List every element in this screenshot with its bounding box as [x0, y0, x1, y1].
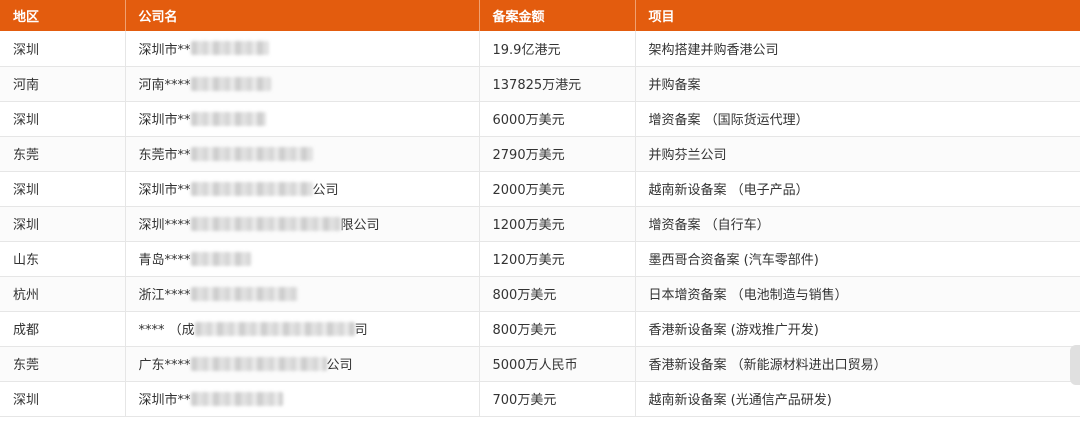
- cell-region: 东莞: [0, 136, 126, 172]
- cell-project: 并购备案: [635, 66, 1080, 102]
- header-region: 地区: [0, 0, 126, 31]
- cell-region: 山东: [0, 241, 126, 277]
- cell-region: 深圳: [0, 171, 126, 207]
- cell-amount: 137825万港元: [479, 66, 636, 102]
- company-name-prefix: 深圳市**: [138, 393, 191, 408]
- cell-amount: 2000万美元: [479, 171, 636, 207]
- cell-project: 越南新设备案 （电子产品）: [635, 171, 1080, 207]
- company-name-prefix: 深圳市**: [138, 183, 191, 198]
- company-name-suffix: 公司: [326, 358, 353, 373]
- cell-amount: 5000万人民币: [479, 346, 636, 382]
- cell-project: 越南新设备案 (光通信产品研发): [635, 381, 1080, 417]
- company-name-suffix: 司: [354, 323, 368, 338]
- table-row: 山东 青岛**** 1200万美元 墨西哥合资备案 (汽车零部件): [0, 241, 1080, 277]
- company-name-prefix: 广东****: [138, 358, 191, 373]
- cell-company: **** （成 司: [125, 311, 480, 347]
- table-body: 深圳 深圳市** 19.9亿港元 架构搭建并购香港公司 河南 河南**** 137825万港…: [0, 31, 1080, 417]
- redacted-blur: [190, 76, 271, 91]
- company-name-prefix: **** （成: [138, 323, 195, 338]
- redacted-blur: [190, 41, 269, 56]
- company-name-prefix: 东莞市**: [138, 148, 191, 163]
- redacted-blur: [190, 181, 313, 196]
- cell-project: 日本增资备案 （电池制造与销售）: [635, 276, 1080, 312]
- company-name-prefix: 河南****: [138, 78, 191, 93]
- company-name-suffix: 公司: [312, 183, 339, 198]
- cell-amount: 1200万美元: [479, 241, 636, 277]
- cell-project: 墨西哥合资备案 (汽车零部件): [635, 241, 1080, 277]
- redacted-blur: [190, 391, 283, 406]
- cell-amount: 1200万美元: [479, 206, 636, 242]
- redacted-blur: [190, 286, 298, 301]
- cell-amount: 19.9亿港元: [479, 31, 636, 67]
- table-row: 东莞 东莞市** 2790万美元 并购芬兰公司: [0, 136, 1080, 172]
- cell-company: 广东**** 公司: [125, 346, 480, 382]
- cell-company: 青岛****: [125, 241, 480, 277]
- cell-region: 杭州: [0, 276, 126, 312]
- cell-project: 增资备案 （国际货运代理）: [635, 101, 1080, 137]
- table-row: 东莞 广东**** 公司 5000万人民币 香港新设备案 （新能源材料进出口贸易）: [0, 346, 1080, 382]
- cell-company: 东莞市**: [125, 136, 480, 172]
- cell-project: 并购芬兰公司: [635, 136, 1080, 172]
- company-name-prefix: 浙江****: [138, 288, 191, 303]
- cell-company: 浙江****: [125, 276, 480, 312]
- cell-region: 河南: [0, 66, 126, 102]
- cell-company: 深圳**** 限公司: [125, 206, 480, 242]
- cell-region: 深圳: [0, 31, 126, 67]
- redacted-blur: [194, 321, 355, 336]
- table-row: 深圳 深圳市** 700万美元 越南新设备案 (光通信产品研发): [0, 381, 1080, 417]
- cell-region: 深圳: [0, 381, 126, 417]
- cell-amount: 6000万美元: [479, 101, 636, 137]
- redacted-blur: [190, 251, 251, 266]
- cell-project: 香港新设备案 （新能源材料进出口贸易）: [635, 346, 1080, 382]
- cell-company: 深圳市** 公司: [125, 171, 480, 207]
- company-name-prefix: 深圳市**: [138, 42, 191, 58]
- cell-region: 成都: [0, 311, 126, 347]
- table-row: 深圳 深圳**** 限公司 1200万美元 增资备案 （自行车）: [0, 206, 1080, 242]
- table-header-row: 地区 公司名 备案金额 项目: [0, 0, 1080, 31]
- cell-project: 架构搭建并购香港公司: [635, 31, 1080, 67]
- side-tab-handle[interactable]: [1070, 345, 1080, 385]
- cell-region: 深圳: [0, 101, 126, 137]
- company-name-prefix: 深圳****: [138, 218, 191, 233]
- redacted-blur: [190, 216, 341, 231]
- cell-company: 深圳市**: [125, 101, 480, 137]
- cell-amount: 700万美元: [479, 381, 636, 417]
- redacted-blur: [190, 146, 313, 161]
- table-row: 深圳 深圳市** 公司 2000万美元 越南新设备案 （电子产品）: [0, 171, 1080, 207]
- header-amount: 备案金额: [479, 0, 636, 31]
- table-row: 深圳 深圳市** 19.9亿港元 架构搭建并购香港公司: [0, 31, 1080, 67]
- company-name-prefix: 深圳市**: [138, 113, 191, 128]
- cell-amount: 800万美元: [479, 276, 636, 312]
- table-row: 成都 **** （成 司 800万美元 香港新设备案 (游戏推广开发): [0, 311, 1080, 347]
- cell-region: 东莞: [0, 346, 126, 382]
- table-row: 杭州 浙江**** 800万美元 日本增资备案 （电池制造与销售）: [0, 276, 1080, 312]
- redacted-blur: [190, 111, 266, 126]
- table-row: 深圳 深圳市** 6000万美元 增资备案 （国际货运代理）: [0, 101, 1080, 137]
- cell-amount: 800万美元: [479, 311, 636, 347]
- header-project: 项目: [635, 0, 1080, 31]
- cell-project: 增资备案 （自行车）: [635, 206, 1080, 242]
- company-name-suffix: 限公司: [340, 218, 380, 233]
- cell-company: 深圳市**: [125, 31, 480, 67]
- page: 地区 公司名 备案金额 项目 深圳 深圳市** 19.9亿港元 架构搭建并购香港公司河…: [0, 0, 1080, 422]
- redacted-blur: [190, 356, 327, 371]
- company-name-prefix: 青岛****: [138, 253, 191, 268]
- cell-company: 深圳市**: [125, 381, 480, 417]
- cell-amount: 2790万美元: [479, 136, 636, 172]
- table-row: 河南 河南**** 137825万港元 并购备案: [0, 66, 1080, 102]
- cell-region: 深圳: [0, 206, 126, 242]
- cell-company: 河南****: [125, 66, 480, 102]
- filing-table: 地区 公司名 备案金额 项目 深圳 深圳市** 19.9亿港元 架构搭建并购香港公司河…: [0, 0, 1080, 417]
- header-company: 公司名: [125, 0, 480, 31]
- cell-project: 香港新设备案 (游戏推广开发): [635, 311, 1080, 347]
